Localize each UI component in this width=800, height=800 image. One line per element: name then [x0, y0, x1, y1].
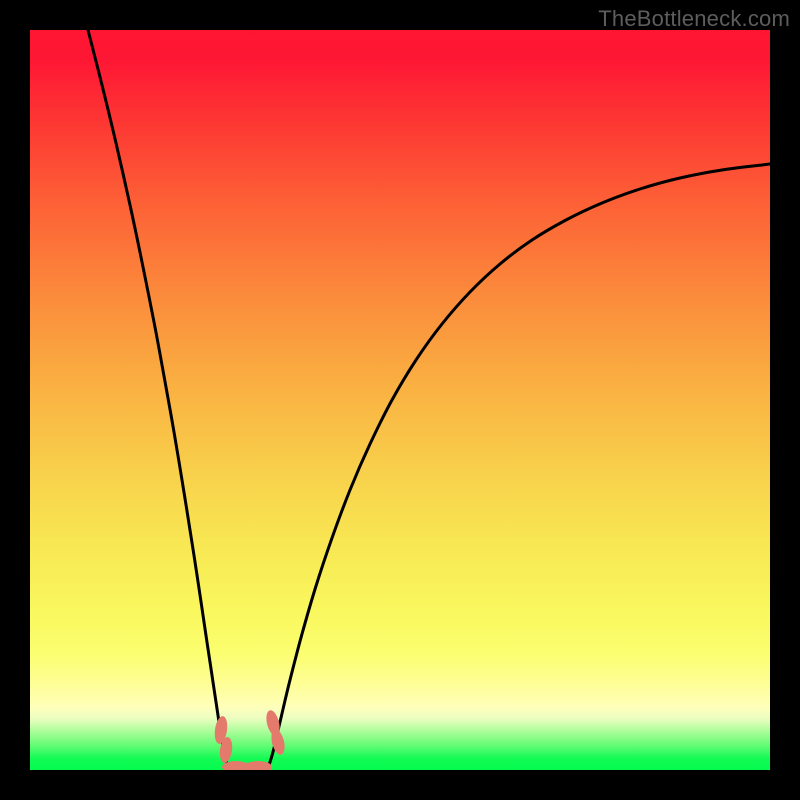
- series-group: [88, 30, 770, 769]
- plot-area: [30, 30, 770, 770]
- series-right-branch: [268, 164, 770, 768]
- marker-5: [244, 761, 272, 770]
- marker-group: [213, 709, 287, 770]
- series-left-branch: [88, 30, 228, 768]
- attribution-text: TheBottleneck.com: [598, 6, 790, 32]
- curve-layer: [30, 30, 770, 770]
- chart-frame: TheBottleneck.com: [0, 0, 800, 800]
